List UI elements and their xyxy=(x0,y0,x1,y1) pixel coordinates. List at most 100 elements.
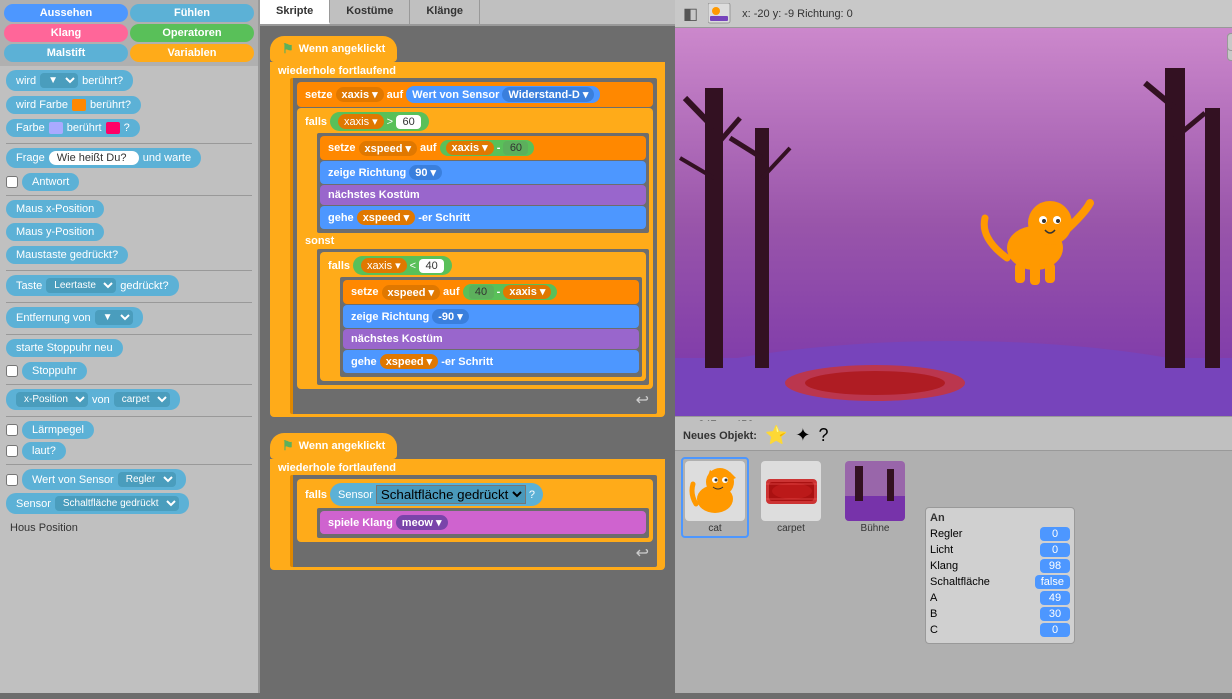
paint-sprite-btn[interactable]: ⭐ xyxy=(765,425,787,446)
klang-dd[interactable]: meow ▾ xyxy=(396,515,448,530)
category-buttons: Aussehen Fühlen Klang Operatoren Malstif… xyxy=(0,0,258,66)
sensor-row-schalt: Schaltfläche false xyxy=(930,575,1070,589)
sensing-block-farbe2[interactable]: Farbe berührt ? xyxy=(6,119,140,137)
sensing-block-frage[interactable]: Frage und warte xyxy=(6,148,201,168)
sensing-xpos[interactable]: x-Position von carpet xyxy=(6,389,180,410)
xaxis-dd-lt[interactable]: xaxis ▾ xyxy=(361,258,407,273)
sensing-block-wird[interactable]: wird ▼ berührt? xyxy=(6,70,133,91)
sensing-mausy[interactable]: Maus y-Position xyxy=(6,223,104,241)
laut-block[interactable]: laut? xyxy=(22,442,66,460)
script-2: ⚑ Wenn angeklickt wiederhole fortlaufend… xyxy=(270,433,665,570)
tab-klaenge[interactable]: Klänge xyxy=(410,0,480,24)
richtung-dd-2[interactable]: -90 ▾ xyxy=(432,309,468,324)
xaxis-dd-cond[interactable]: xaxis ▾ xyxy=(338,114,384,129)
xspeed-dd-1[interactable]: xspeed ▾ xyxy=(359,141,418,156)
cond-val-40[interactable] xyxy=(419,259,444,273)
zoom-out-btn[interactable]: ◧ xyxy=(683,4,698,24)
gehe-block-2[interactable]: gehe xspeed ▾ -er Schritt xyxy=(343,350,639,373)
taste-dropdown[interactable]: Leertaste xyxy=(46,278,116,293)
zeige-richtung-1[interactable]: zeige Richtung 90 ▾ xyxy=(320,161,646,184)
sensor-schalt-panel-label: Schaltfläche xyxy=(930,576,990,588)
cat-variablen[interactable]: Variablen xyxy=(130,44,254,62)
hous-position-label: Hous Position xyxy=(6,519,252,537)
wert-sensor-checkbox[interactable] xyxy=(6,474,18,486)
sprite-icon xyxy=(708,3,732,25)
sprite-cat[interactable]: cat xyxy=(681,457,749,538)
xspeed-dd-3[interactable]: xspeed ▾ xyxy=(382,285,441,300)
cat-klang[interactable]: Klang xyxy=(4,24,128,42)
cat-operatoren[interactable]: Operatoren xyxy=(130,24,254,42)
wert-sensor-block[interactable]: Wert von Sensor Regler xyxy=(22,469,186,490)
fragezeichen: ? xyxy=(124,122,130,134)
new-object-label: Neues Objekt: xyxy=(683,430,757,442)
xaxis-dd-2[interactable]: xaxis ▾ xyxy=(446,141,494,155)
setze3-label: setze xyxy=(351,286,379,298)
laerm-block[interactable]: Lärmpegel xyxy=(22,421,94,439)
sensing-maustaste[interactable]: Maustaste gedrückt? xyxy=(6,246,128,264)
xaxis-dd-3[interactable]: xaxis ▾ xyxy=(503,285,551,299)
zeige-richtung-2[interactable]: zeige Richtung -90 ▾ xyxy=(343,305,639,328)
val-60-2[interactable] xyxy=(503,141,528,155)
val-40-calc[interactable] xyxy=(469,285,494,299)
if-body-2: setze xspeed ▾ auf - xaxis ▾ xyxy=(340,277,642,377)
xspeed-dd-gehe1[interactable]: xspeed ▾ xyxy=(357,210,416,225)
camera-sprite-btn[interactable]: ? xyxy=(818,425,828,446)
xaxis-dd[interactable]: xaxis ▾ xyxy=(336,87,384,102)
upload-sprite-btn[interactable]: ✦ xyxy=(795,425,810,446)
tab-skripte[interactable]: Skripte xyxy=(260,0,330,24)
laut-checkbox[interactable] xyxy=(6,445,18,457)
naechstes-kostuem-1[interactable]: nächstes Kostüm xyxy=(320,185,646,205)
sensor-panel: An Regler 0 Licht 0 Klang 98 Schaltfläch… xyxy=(925,507,1075,644)
sensor-title: An xyxy=(930,512,1070,524)
cat-fuehlen[interactable]: Fühlen xyxy=(130,4,254,22)
cat-aussehen[interactable]: Aussehen xyxy=(4,4,128,22)
naechstes-kostuem-2[interactable]: nächstes Kostüm xyxy=(343,329,639,349)
if-body-1: setze xspeed ▾ auf xaxis ▾ - xyxy=(317,133,649,233)
sensor-schalt-dropdown[interactable]: Schaltfläche gedrückt xyxy=(55,496,179,511)
sensing-mausx[interactable]: Maus x-Position xyxy=(6,200,104,218)
frage-input[interactable] xyxy=(49,151,139,165)
setze-xaxis-block[interactable]: setze xaxis ▾ auf Wert von Sensor Widers… xyxy=(297,82,653,107)
wird-dropdown[interactable]: ▼ xyxy=(40,73,78,88)
setze-xspeed-block[interactable]: setze xspeed ▾ auf xaxis ▾ - xyxy=(320,136,646,160)
antwort-checkbox[interactable] xyxy=(6,176,18,188)
xspeed-dd-gehe2[interactable]: xspeed ▾ xyxy=(380,354,439,369)
repeat-block-2: wiederhole fortlaufend falls Sensor Scha… xyxy=(270,459,665,570)
spiele-klang[interactable]: spiele Klang meow ▾ xyxy=(320,511,646,534)
richtung-dd-1[interactable]: 90 ▾ xyxy=(409,165,442,180)
sensor-schalt-label: Sensor xyxy=(16,498,51,510)
sensing-taste[interactable]: Taste Leertaste gedrückt? xyxy=(6,275,179,296)
cat-malstift[interactable]: Malstift xyxy=(4,44,128,62)
sensor-dd[interactable]: Widerstand-D ▾ xyxy=(502,87,594,102)
lt-op: < xyxy=(410,260,416,272)
if-header-3: falls Sensor Schaltfläche gedrückt ? xyxy=(305,483,649,506)
antwort-block[interactable]: Antwort xyxy=(22,173,79,191)
sensing-schalt[interactable]: Sensor Schaltfläche gedrückt xyxy=(6,493,189,514)
stoppuhr-block[interactable]: Stoppuhr xyxy=(22,362,87,380)
stoppuhr-checkbox[interactable] xyxy=(6,365,18,377)
laerm-checkbox[interactable] xyxy=(6,424,18,436)
sensing-stoppuhr-start[interactable]: starte Stoppuhr neu xyxy=(6,339,123,357)
setze-xspeed-2[interactable]: setze xspeed ▾ auf - xaxis ▾ xyxy=(343,280,639,304)
stage-thumb-img xyxy=(845,461,905,521)
stage-sprite[interactable]: Bühne xyxy=(841,457,909,538)
xpos-obj-dropdown[interactable]: carpet xyxy=(114,392,170,407)
stoppuhr-label: Stoppuhr xyxy=(32,365,77,377)
sprite-carpet[interactable]: carpet xyxy=(757,457,825,538)
sensor-type-dd[interactable]: Schaltfläche gedrückt xyxy=(376,485,526,504)
xpos-dropdown[interactable]: x-Position xyxy=(16,392,88,407)
minus1: - xyxy=(497,142,501,154)
left-blocks: wird ▼ berührt? wird Farbe berührt? Farb… xyxy=(0,66,258,699)
antwort-label: Antwort xyxy=(32,176,69,188)
gehe-block-1[interactable]: gehe xspeed ▾ -er Schritt xyxy=(320,206,646,229)
cond-val-60[interactable] xyxy=(396,115,421,129)
hat-block-2[interactable]: ⚑ Wenn angeklickt xyxy=(270,433,397,459)
wert-sensor-dropdown[interactable]: Regler xyxy=(118,472,176,487)
if-block-2: falls xaxis ▾ < xyxy=(320,252,646,381)
entfernung-dropdown[interactable]: ▼ xyxy=(95,310,133,325)
carpet-img xyxy=(761,461,821,521)
hat-block-1[interactable]: ⚑ Wenn angeklickt xyxy=(270,36,397,62)
sensing-block-farbe[interactable]: wird Farbe berührt? xyxy=(6,96,141,114)
sensing-entfernung[interactable]: Entfernung von ▼ xyxy=(6,307,143,328)
tab-kostueme[interactable]: Kostüme xyxy=(330,0,410,24)
